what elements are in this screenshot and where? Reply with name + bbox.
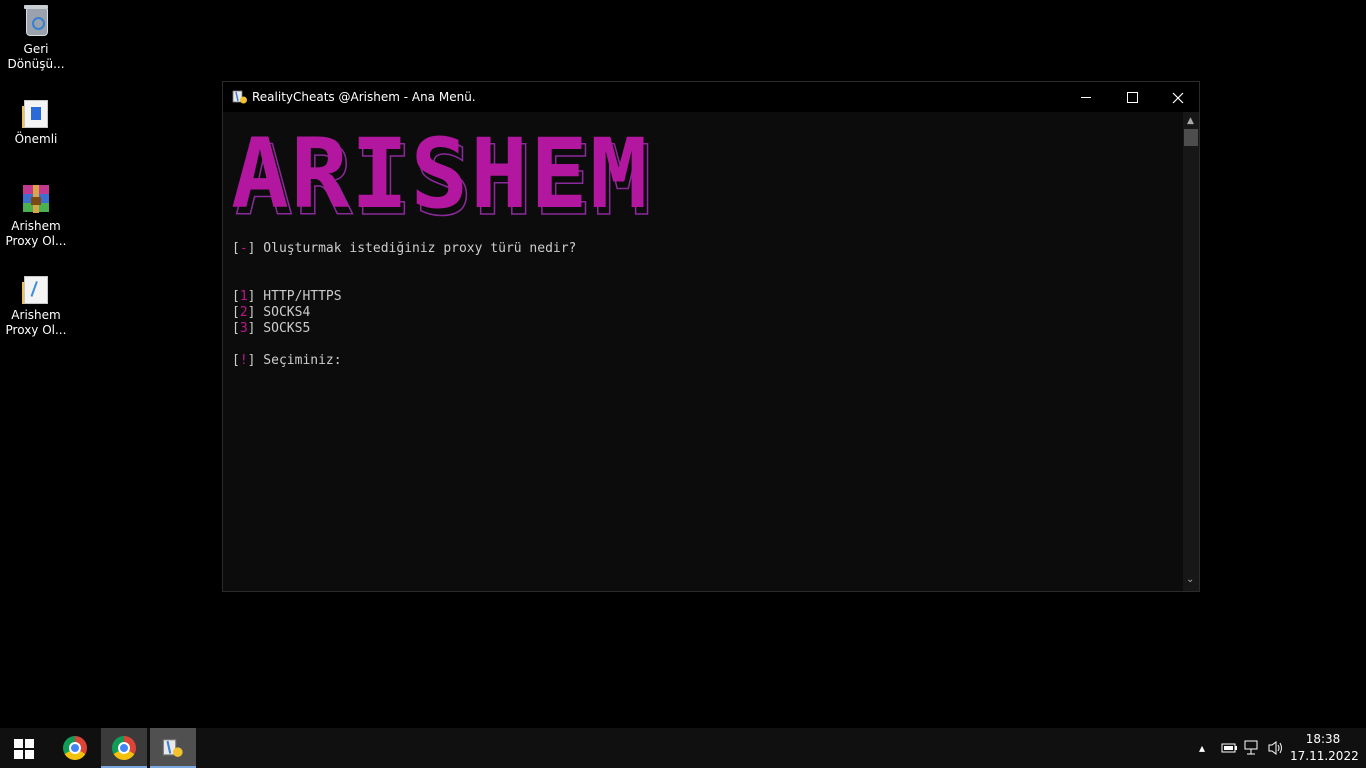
minimize-icon <box>1081 97 1091 98</box>
prompt-line[interactable]: [!] Seçiminiz: <box>232 353 342 368</box>
network-icon[interactable] <box>1244 740 1262 756</box>
scroll-up-icon[interactable]: ▲ <box>1187 116 1194 126</box>
desktop-icon-label: Arishem <box>11 219 61 233</box>
clock-date: 17.11.2022 <box>1290 749 1359 763</box>
app-icon <box>162 739 183 757</box>
desktop-icon-label: Proxy Ol... <box>5 234 67 248</box>
option-number: 2 <box>239 305 248 320</box>
start-button[interactable] <box>0 728 48 768</box>
question-marker: - <box>239 241 248 256</box>
vertical-scrollbar[interactable]: ▲ ⌄ <box>1183 112 1199 591</box>
chrome-icon <box>63 736 87 760</box>
scroll-thumb[interactable] <box>1184 129 1198 146</box>
clock[interactable]: 18:38 17.11.2022 <box>1290 731 1359 765</box>
recycle-bin-icon <box>20 5 52 38</box>
option-number: 1 <box>239 289 248 304</box>
desktop-icon-arishem-folder[interactable]: Arishem Proxy Ol... <box>4 272 68 338</box>
desktop-icon-label: Dönüşü... <box>7 57 65 71</box>
question-text: Oluşturmak istediğiniz proxy türü nedir? <box>255 241 577 256</box>
option-line: [2] SOCKS4 <box>232 305 311 320</box>
desktop-icon-arishem-rar[interactable]: Arishem Proxy Ol... <box>4 183 68 249</box>
volume-icon[interactable] <box>1267 740 1285 756</box>
taskbar-chrome[interactable] <box>52 728 98 768</box>
window-title: RealityCheats @Arishem - Ana Menü. <box>252 90 476 104</box>
scroll-down-icon[interactable]: ⌄ <box>1186 574 1194 585</box>
folder-icon <box>20 272 52 304</box>
desktop-icon-label: Geri <box>23 42 49 56</box>
option-line: [1] HTTP/HTTPS <box>232 289 342 304</box>
console-output[interactable]: ARISHEM ARISHEM [-] Oluşturmak istediğin… <box>223 112 1183 591</box>
prompt-text: Seçiminiz: <box>255 353 342 368</box>
maximize-button[interactable] <box>1109 82 1155 112</box>
minimize-button[interactable] <box>1063 82 1109 112</box>
chrome-icon <box>112 736 136 760</box>
taskbar-console[interactable] <box>150 728 196 768</box>
desktop-icon-onemli[interactable]: Önemli <box>4 96 68 147</box>
winrar-icon <box>20 183 52 215</box>
desktop-icon-recycle-bin[interactable]: Geri Dönüşü... <box>4 5 68 72</box>
option-label: SOCKS4 <box>255 305 311 320</box>
tray-overflow-icon[interactable]: ▴ <box>1199 728 1205 768</box>
option-label: HTTP/HTTPS <box>255 289 342 304</box>
question-line: [-] Oluşturmak istediğiniz proxy türü ne… <box>232 241 577 256</box>
battery-icon[interactable] <box>1220 741 1238 755</box>
desktop-icon-label: Arishem <box>11 308 61 322</box>
folder-icon <box>20 96 52 128</box>
console-window[interactable]: RealityCheats @Arishem - Ana Menü. ARISH… <box>222 81 1200 592</box>
option-line: [3] SOCKS5 <box>232 321 311 336</box>
close-button[interactable] <box>1155 82 1201 112</box>
logo-text: ARISHEM <box>231 118 650 230</box>
title-bar[interactable]: RealityCheats @Arishem - Ana Menü. <box>223 82 1199 112</box>
close-icon <box>1172 92 1184 103</box>
desktop-icon-label: Proxy Ol... <box>5 323 67 337</box>
option-label: SOCKS5 <box>255 321 311 336</box>
option-number: 3 <box>239 321 248 336</box>
maximize-icon <box>1126 92 1138 103</box>
prompt-marker: ! <box>239 353 248 368</box>
desktop-icon-label: Önemli <box>14 132 58 146</box>
taskbar-chrome-active[interactable] <box>101 728 147 768</box>
clock-time: 18:38 <box>1305 732 1341 746</box>
taskbar: ▴ 18:38 17.11.2022 <box>0 728 1366 768</box>
app-icon <box>232 90 247 104</box>
